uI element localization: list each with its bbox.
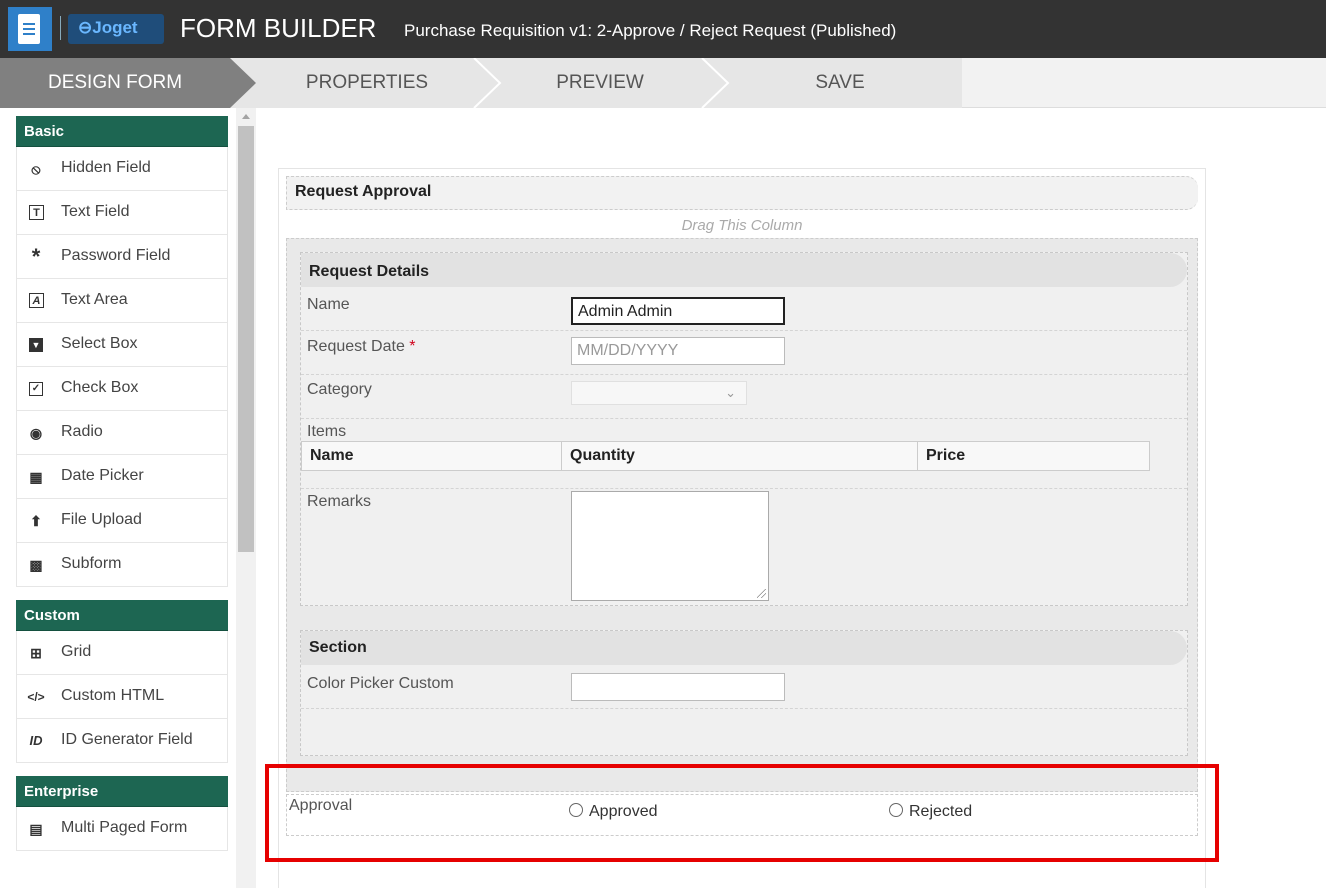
element-palette: Basic ⦸ Hidden Field T Text Field * Passwor… bbox=[0, 108, 262, 888]
palette-item-subform[interactable]: ▩ Subform bbox=[16, 543, 228, 587]
page-title: FORM BUILDER bbox=[180, 13, 377, 43]
step-chevron bbox=[473, 58, 502, 108]
step-arrow bbox=[230, 58, 256, 108]
subform-icon: ▩ bbox=[29, 557, 43, 573]
palette-item-multi-paged-form[interactable]: ▤ Multi Paged Form bbox=[16, 807, 228, 851]
text-area-icon: A bbox=[29, 293, 44, 308]
hidden-eye-icon: ⦸ bbox=[31, 161, 41, 177]
form-row-color-picker: Color Picker Custom bbox=[301, 667, 1187, 709]
grid-col-quantity: Quantity bbox=[562, 442, 918, 470]
step-properties[interactable]: PROPERTIES bbox=[262, 58, 472, 108]
palette-category-basic: Basic bbox=[16, 116, 228, 147]
section-title: Request Details bbox=[309, 263, 430, 280]
palette-item-date-picker[interactable]: ▦ Date Picker bbox=[16, 455, 228, 499]
palette-item-password-field[interactable]: * Password Field bbox=[16, 235, 228, 279]
step-save[interactable]: SAVE bbox=[728, 58, 952, 108]
chevron-down-icon: ⌄ bbox=[725, 385, 736, 400]
section-request-details[interactable]: Request Details Name Admin Admin Request… bbox=[300, 252, 1188, 606]
radio-circle-icon[interactable] bbox=[569, 803, 583, 817]
document-app-icon[interactable] bbox=[8, 7, 52, 51]
asterisk-icon: * bbox=[31, 244, 41, 269]
grid-col-price: Price bbox=[926, 447, 966, 464]
radio-circle-icon[interactable] bbox=[889, 803, 903, 817]
name-input[interactable]: Admin Admin bbox=[571, 297, 785, 325]
id-icon: ID bbox=[29, 733, 43, 748]
scroll-up-arrow-icon[interactable] bbox=[242, 114, 250, 119]
form-subtitle: Purchase Requisition v1: 2-Approve / Rej… bbox=[404, 21, 897, 40]
grid-icon: ⊞ bbox=[30, 645, 42, 661]
palette-item-file-upload[interactable]: ⬆ File Upload bbox=[16, 499, 228, 543]
form-row-name: Name Admin Admin bbox=[301, 293, 1187, 331]
text-field-icon: T bbox=[29, 205, 44, 220]
color-picker-input[interactable] bbox=[571, 673, 785, 701]
section-section[interactable]: Section Color Picker Custom bbox=[300, 630, 1188, 756]
joget-logo[interactable]: ⊖Joget bbox=[70, 14, 146, 42]
form-row-category: Category ⌄ bbox=[301, 377, 1187, 419]
checkbox-icon: ✓ bbox=[29, 382, 43, 396]
field-label-request-date: Request Date * bbox=[307, 338, 416, 355]
calendar-icon: ▦ bbox=[29, 469, 43, 485]
radio-rejected[interactable]: Rejected bbox=[889, 803, 972, 821]
radio-approved[interactable]: Approved bbox=[569, 803, 658, 821]
palette-item-text-field[interactable]: T Text Field bbox=[16, 191, 228, 235]
divider bbox=[60, 16, 61, 40]
form-row-remarks: Remarks bbox=[301, 491, 1187, 605]
field-label-remarks: Remarks bbox=[307, 493, 372, 510]
upload-icon: ⬆ bbox=[30, 513, 42, 529]
section-title: Section bbox=[309, 639, 367, 656]
field-label-name: Name bbox=[307, 296, 350, 313]
grid-col-name: Name bbox=[302, 442, 562, 470]
palette-item-id-generator[interactable]: ID ID Generator Field bbox=[16, 719, 228, 763]
resize-grip-icon[interactable] bbox=[757, 589, 766, 598]
step-chevron bbox=[701, 58, 730, 108]
palette-item-grid[interactable]: ⊞ Grid bbox=[16, 631, 228, 675]
palette-scrollbar[interactable] bbox=[236, 108, 256, 888]
form-row-request-date: Request Date * MM/DD/YYYY bbox=[301, 333, 1187, 375]
palette-item-check-box[interactable]: ✓ Check Box bbox=[16, 367, 228, 411]
remarks-textarea[interactable] bbox=[571, 491, 769, 601]
field-label-approval: Approval bbox=[289, 797, 353, 814]
palette-item-select-box[interactable]: ▼ Select Box bbox=[16, 323, 228, 367]
step-design-form[interactable]: DESIGN FORM bbox=[0, 58, 230, 108]
palette-category-enterprise: Enterprise bbox=[16, 776, 228, 807]
top-bar: ⊖Joget FORM BUILDER Purchase Requisition… bbox=[0, 0, 1326, 58]
palette-item-hidden-field[interactable]: ⦸ Hidden Field bbox=[16, 147, 228, 191]
drag-column-hint[interactable]: Drag This Column bbox=[286, 212, 1198, 240]
step-preview[interactable]: PREVIEW bbox=[500, 58, 700, 108]
section-request-approval[interactable]: Request Approval bbox=[286, 176, 1198, 210]
field-label-color-picker: Color Picker Custom bbox=[307, 675, 454, 692]
category-select[interactable]: ⌄ bbox=[571, 381, 747, 405]
palette-item-text-area[interactable]: A Text Area bbox=[16, 279, 228, 323]
palette-item-custom-html[interactable]: </> Custom HTML bbox=[16, 675, 228, 719]
palette-category-custom: Custom bbox=[16, 600, 228, 631]
items-grid-header: Name Quantity Price bbox=[301, 441, 1150, 471]
select-box-icon: ▼ bbox=[29, 338, 43, 352]
scroll-thumb[interactable] bbox=[238, 126, 254, 552]
multi-page-icon: ▤ bbox=[29, 821, 43, 837]
palette-item-radio[interactable]: ◉ Radio bbox=[16, 411, 228, 455]
field-label-items: Items bbox=[307, 423, 347, 440]
request-date-input[interactable]: MM/DD/YYYY bbox=[571, 337, 785, 365]
radio-icon: ◉ bbox=[29, 425, 43, 441]
form-row-items: Items Name Quantity Price bbox=[301, 421, 1187, 489]
field-label-category: Category bbox=[307, 381, 372, 398]
code-icon: </> bbox=[27, 690, 45, 704]
form-row-approval[interactable]: Approval Approved Rejected bbox=[286, 794, 1198, 836]
wizard-steps: DESIGN FORM PROPERTIES PREVIEW SAVE bbox=[0, 58, 1326, 108]
